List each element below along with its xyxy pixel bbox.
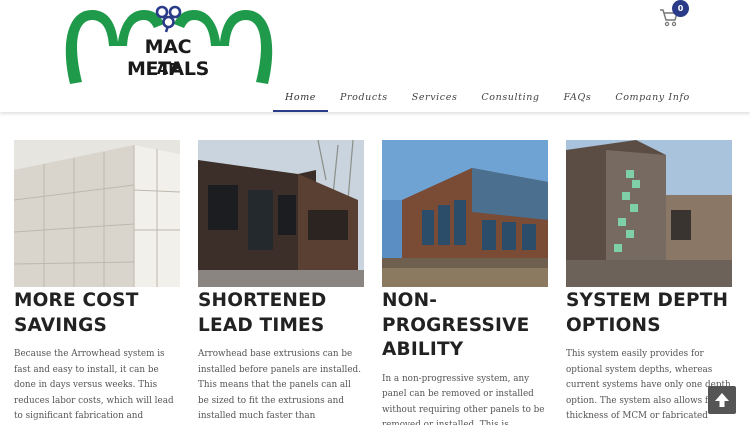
feature-card-non-progressive: NON-PROGRESSIVE ABILITY In a non-progres… — [382, 140, 548, 425]
arrow-up-icon — [715, 393, 729, 407]
nav-products[interactable]: Products — [328, 86, 400, 112]
feature-card-cost-savings: MORE COST SAVINGS Because the Arrowhead … — [14, 140, 180, 425]
feature-card-system-depth: SYSTEM DEPTH OPTIONS This system easily … — [566, 140, 732, 425]
nav-home[interactable]: Home — [273, 86, 329, 112]
logo-subtitle: AP — [156, 60, 180, 78]
nav-faqs[interactable]: FAQs — [552, 86, 604, 112]
card-title: MORE COST SAVINGS — [14, 290, 139, 336]
nav-services[interactable]: Services — [400, 86, 470, 112]
building-image-white-panels — [14, 140, 180, 287]
site-header: MAC METALS AP 0 Home Products Services C… — [0, 0, 750, 112]
card-title: SYSTEM DEPTH OPTIONS — [566, 290, 729, 336]
nav-company-info[interactable]: Company Info — [603, 86, 702, 112]
card-text: In a non-progressive system, any panel c… — [382, 373, 545, 425]
site-logo[interactable]: MAC METALS AP — [58, 2, 280, 88]
building-image-dark-panels — [198, 140, 364, 287]
feature-card-lead-times: SHORTENED LEAD TIMES Arrowhead base extr… — [198, 140, 364, 425]
building-image-glass-facade — [382, 140, 548, 287]
card-text: Arrowhead base extrusions can be install… — [198, 349, 361, 422]
scroll-to-top-button[interactable] — [708, 386, 736, 414]
card-title: NON-PROGRESSIVE ABILITY — [382, 290, 530, 360]
cart-count-badge: 0 — [672, 0, 689, 17]
card-text: Because the Arrowhead system is fast and… — [14, 349, 174, 422]
main-nav: Home Products Services Consulting FAQs C… — [273, 86, 702, 112]
card-title: SHORTENED LEAD TIMES — [198, 290, 327, 336]
nav-consulting[interactable]: Consulting — [469, 86, 551, 112]
building-image-green-accent — [566, 140, 732, 287]
